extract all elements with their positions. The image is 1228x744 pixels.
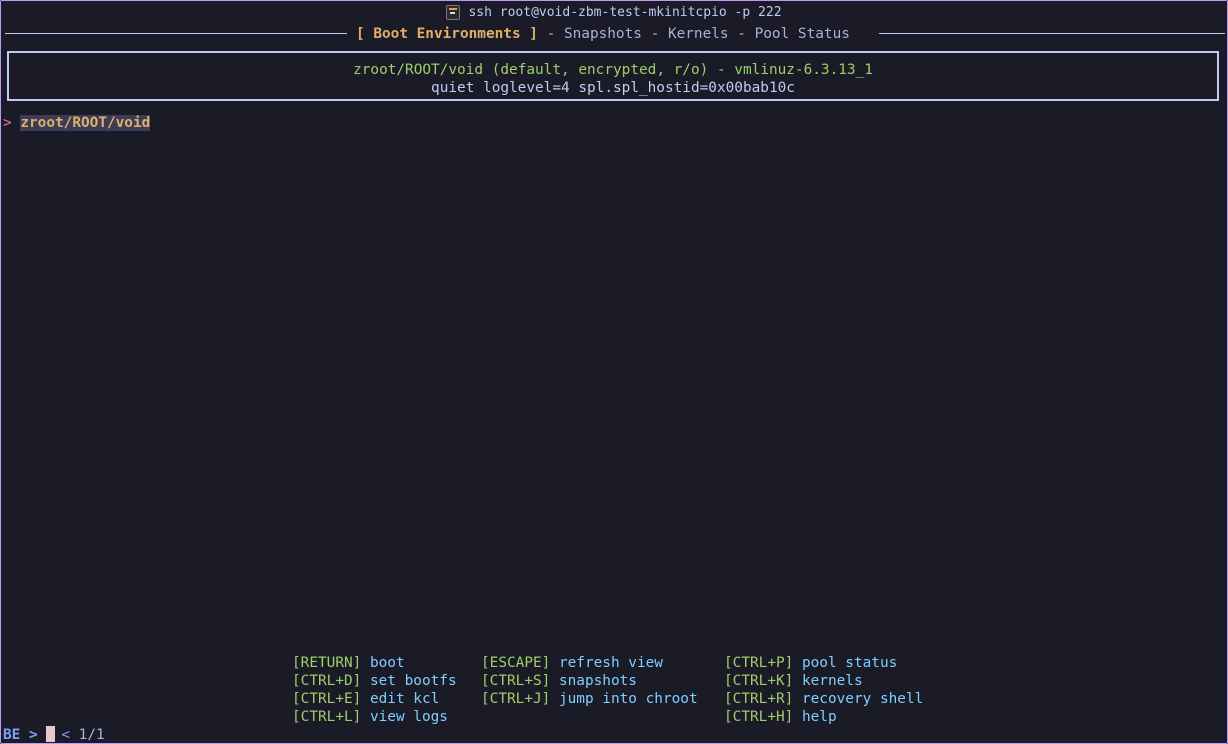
terminal-window: ssh root@void-zbm-test-mkinitcpio -p 222… — [0, 0, 1228, 744]
info-kernel-cmdline: quiet loglevel=4 spl.spl_hostid=0x00bab1… — [431, 80, 795, 96]
list-item[interactable]: > zroot/ROOT/void — [3, 114, 151, 132]
help-item-refresh: [ESCAPE] refresh view — [481, 654, 724, 672]
tab-separator: - — [641, 26, 668, 42]
filter-prompt[interactable]: BE > < 1/1 — [3, 726, 105, 744]
help-item-empty — [481, 708, 724, 726]
boot-environment-info: zroot/ROOT/void (default, encrypted, r/o… — [7, 51, 1219, 101]
help-key: [RETURN] — [292, 655, 362, 671]
tab-separator: - — [728, 26, 755, 42]
help-item-view-logs: [CTRL+L] view logs — [292, 708, 481, 726]
help-desc: refresh view — [558, 655, 663, 671]
info-summary: zroot/ROOT/void (default, encrypted, r/o… — [353, 62, 873, 78]
help-item-recovery-shell: [CTRL+R] recovery shell — [724, 690, 964, 708]
tab-snapshots[interactable]: Snapshots — [564, 26, 642, 42]
help-desc: help — [801, 709, 837, 725]
help-desc: snapshots — [558, 673, 637, 689]
help-key: [CTRL+R] — [724, 691, 794, 707]
help-key: [CTRL+H] — [724, 709, 794, 725]
tabs: [ Boot Environments ] - Snapshots - Kern… — [356, 25, 850, 43]
help-item-boot: [RETURN] boot — [292, 654, 481, 672]
tab-pool-status[interactable]: Pool Status — [755, 26, 850, 42]
help-item-chroot: [CTRL+J] jump into chroot — [481, 690, 724, 708]
help-key: [CTRL+D] — [292, 673, 362, 689]
help-key: [CTRL+E] — [292, 691, 362, 707]
selection-pointer: > — [3, 115, 12, 131]
help-key: [CTRL+P] — [724, 655, 794, 671]
window-title: ssh root@void-zbm-test-mkinitcpio -p 222 — [468, 4, 782, 20]
help-desc: recovery shell — [801, 691, 924, 707]
list-item-label: zroot/ROOT/void — [20, 115, 151, 131]
help-desc: boot — [369, 655, 405, 671]
count-marker: < — [61, 727, 70, 743]
help-item-pool-status: [CTRL+P] pool status — [724, 654, 964, 672]
help-key: [CTRL+K] — [724, 673, 794, 689]
tab-rule-left — [5, 33, 347, 34]
help-key: [CTRL+L] — [292, 709, 362, 725]
help-desc: view logs — [369, 709, 448, 725]
help-desc: set bootfs — [369, 673, 457, 689]
help-key: [CTRL+S] — [481, 673, 551, 689]
prompt-label: BE > — [3, 727, 38, 743]
tab-rule-right — [879, 33, 1225, 34]
help-item-snapshots: [CTRL+S] snapshots — [481, 672, 724, 690]
tab-kernels[interactable]: Kernels — [668, 26, 729, 42]
help-desc: jump into chroot — [558, 691, 698, 707]
help-item-set-bootfs: [CTRL+D] set bootfs — [292, 672, 481, 690]
help-desc: kernels — [801, 673, 863, 689]
tab-boot-environments[interactable]: [ Boot Environments ] — [356, 26, 538, 42]
match-count: 1/1 — [78, 727, 105, 743]
text-cursor[interactable] — [46, 726, 56, 742]
tab-separator: - — [537, 26, 564, 42]
tab-bar: [ Boot Environments ] - Snapshots - Kern… — [3, 25, 1225, 43]
help-item-edit-kcl: [CTRL+E] edit kcl — [292, 690, 481, 708]
help-desc: pool status — [801, 655, 898, 671]
keybinding-help: [RETURN] boot [ESCAPE] refresh view [CTR… — [292, 654, 964, 726]
help-key: [CTRL+J] — [481, 691, 551, 707]
window-titlebar[interactable]: ssh root@void-zbm-test-mkinitcpio -p 222 — [1, 1, 1227, 23]
help-key: [ESCAPE] — [481, 655, 551, 671]
terminal-icon — [446, 4, 461, 20]
help-item-kernels: [CTRL+K] kernels — [724, 672, 964, 690]
help-item-help: [CTRL+H] help — [724, 708, 964, 726]
help-desc: edit kcl — [369, 691, 440, 707]
